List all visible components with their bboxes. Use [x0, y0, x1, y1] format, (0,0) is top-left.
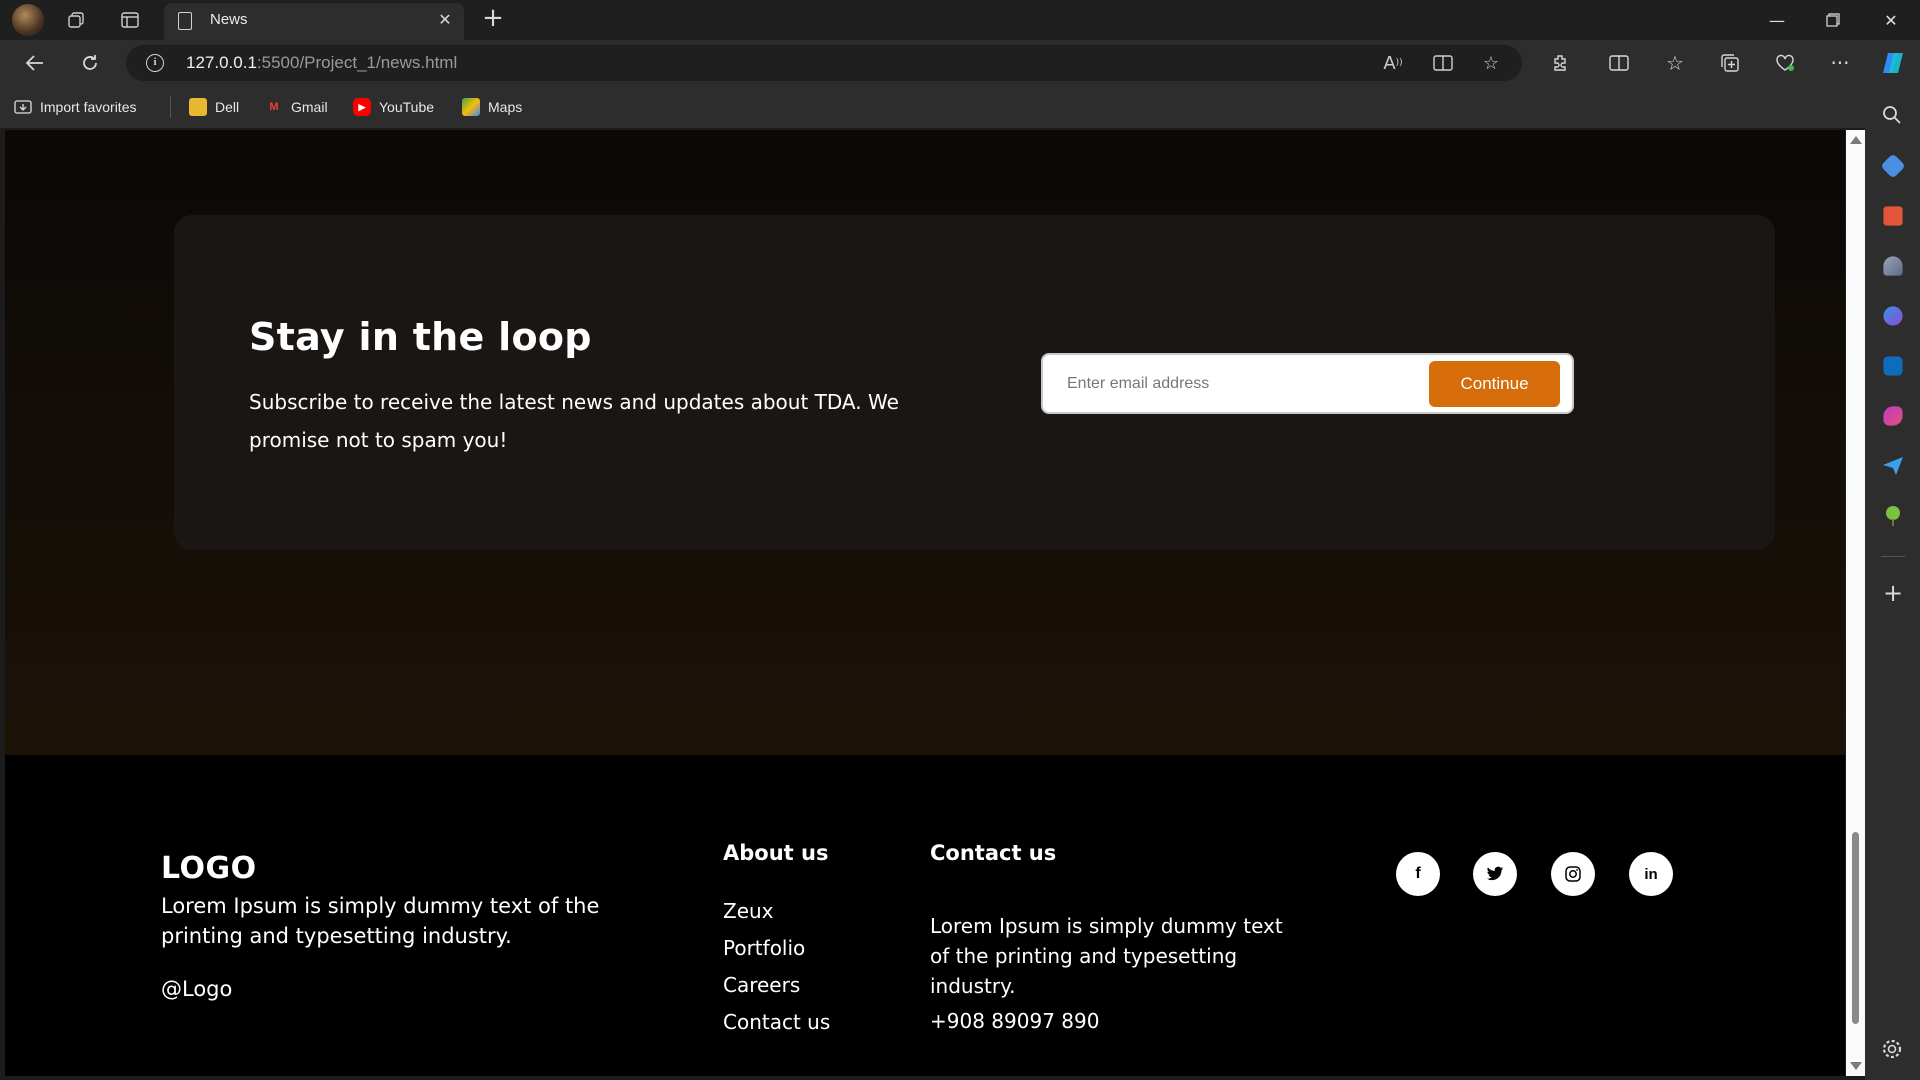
send-icon[interactable]	[1881, 454, 1905, 478]
shopping-tag-icon[interactable]	[1880, 153, 1906, 179]
favorite-youtube-label: YouTube	[379, 99, 435, 115]
minimize-button[interactable]: —	[1750, 0, 1804, 40]
workspaces-icon[interactable]	[62, 6, 90, 34]
tree-icon[interactable]	[1881, 504, 1905, 528]
about-links: Zeux Portfolio Careers Contact us	[723, 893, 830, 1041]
settings-gear-icon[interactable]	[1881, 1038, 1905, 1062]
favorite-gmail[interactable]: M Gmail	[265, 95, 328, 119]
collections-icon[interactable]	[1715, 48, 1745, 78]
favorite-dell-label: Dell	[215, 99, 240, 115]
address-bar[interactable]: i 127.0.0.1:5500/Project_1/news.html A))…	[126, 45, 1522, 81]
linkedin-icon[interactable]: in	[1629, 852, 1673, 896]
sidebar-divider	[1881, 556, 1905, 557]
site-info-icon[interactable]: i	[146, 54, 164, 72]
favorite-gmail-label: Gmail	[291, 99, 328, 115]
search-icon[interactable]	[1881, 104, 1905, 128]
profile-avatar[interactable]	[12, 4, 44, 36]
footer-link-zeux[interactable]: Zeux	[723, 893, 830, 930]
continue-button[interactable]: Continue	[1429, 361, 1560, 407]
gmail-icon: M	[269, 101, 279, 113]
folder-icon	[189, 98, 207, 116]
footer-handle: @Logo	[161, 977, 233, 1001]
restore-button[interactable]	[1806, 0, 1860, 40]
page-scrollbar[interactable]	[1846, 130, 1865, 1076]
read-aloud-icon[interactable]: A))	[1378, 48, 1408, 78]
tab-title: News	[210, 11, 248, 28]
favorites-icon[interactable]: ☆	[1660, 48, 1690, 78]
contact-us-heading: Contact us	[930, 841, 1057, 865]
footer-link-portfolio[interactable]: Portfolio	[723, 930, 830, 967]
new-tab-button[interactable]: +	[478, 4, 508, 34]
browser-toolbar: i 127.0.0.1:5500/Project_1/news.html A))…	[0, 40, 1920, 86]
maps-icon	[462, 98, 480, 116]
scroll-down-arrow[interactable]	[1850, 1062, 1862, 1070]
site-footer: LOGO Lorem Ipsum is simply dummy text of…	[5, 755, 1845, 1076]
scrollbar-thumb[interactable]	[1852, 832, 1859, 1024]
newsletter-description: Subscribe to receive the latest news and…	[249, 390, 899, 452]
designer-icon[interactable]	[1883, 406, 1903, 426]
favorite-maps-label: Maps	[488, 99, 523, 115]
browser-titlebar: News ✕ + — ✕	[0, 0, 1920, 40]
favorites-bar: Import favorites Dell M Gmail ▶ YouTube …	[0, 86, 1920, 128]
tools-icon[interactable]	[1883, 206, 1903, 226]
email-input[interactable]	[1057, 365, 1417, 403]
twitter-icon[interactable]	[1473, 852, 1517, 896]
newsletter-heading: Stay in the loop	[249, 315, 592, 359]
add-icon[interactable]: +	[1881, 581, 1905, 606]
footer-description: Lorem Ipsum is simply dummy text of the …	[161, 894, 600, 948]
favorite-youtube[interactable]: ▶ YouTube	[353, 95, 434, 119]
outlook-icon[interactable]	[1883, 356, 1903, 376]
refresh-icon[interactable]	[75, 48, 105, 78]
about-us-heading: About us	[723, 841, 829, 865]
scroll-up-arrow[interactable]	[1850, 136, 1862, 144]
copilot-sidebar-icon[interactable]	[1883, 306, 1903, 326]
url-text[interactable]: 127.0.0.1:5500/Project_1/news.html	[186, 53, 457, 73]
page-icon	[178, 12, 192, 30]
import-favorites[interactable]: Import favorites	[14, 95, 136, 119]
close-tab-icon[interactable]: ✕	[434, 9, 456, 31]
instagram-icon[interactable]	[1551, 852, 1595, 896]
close-window-button[interactable]: ✕	[1864, 0, 1918, 40]
edge-sidebar: +	[1865, 86, 1920, 1080]
contact-phone[interactable]: +908 89097 890	[930, 1009, 1099, 1033]
back-icon[interactable]	[20, 48, 50, 78]
import-favorites-label: Import favorites	[40, 99, 137, 115]
favorite-dell[interactable]: Dell	[189, 95, 239, 119]
newsletter-form: Continue	[1041, 353, 1574, 414]
split-screen-icon[interactable]	[1604, 48, 1634, 78]
facebook-icon[interactable]: f	[1396, 852, 1440, 896]
copilot-icon[interactable]	[1878, 48, 1908, 78]
favorite-star-icon[interactable]: ☆	[1476, 48, 1506, 78]
vertical-tabs-icon[interactable]	[116, 6, 144, 34]
tab-news[interactable]: News ✕	[164, 3, 464, 40]
favorites-divider	[170, 96, 171, 118]
browser-essentials-icon[interactable]	[1770, 48, 1800, 78]
youtube-icon: ▶	[353, 98, 371, 116]
footer-logo[interactable]: LOGO	[161, 851, 257, 886]
footer-link-contact-us[interactable]: Contact us	[723, 1004, 830, 1041]
favorite-maps[interactable]: Maps	[462, 95, 522, 119]
page-viewport: Stay in the loop Subscribe to receive th…	[5, 130, 1845, 1076]
games-icon[interactable]	[1883, 256, 1903, 276]
more-options-icon[interactable]: ···	[1825, 48, 1855, 78]
newsletter-card: Stay in the loop Subscribe to receive th…	[174, 215, 1775, 550]
immersive-reader-icon[interactable]	[1428, 48, 1458, 78]
newsletter-section: Stay in the loop Subscribe to receive th…	[5, 130, 1845, 755]
extensions-icon[interactable]	[1545, 48, 1575, 78]
import-icon	[14, 98, 32, 116]
footer-link-careers[interactable]: Careers	[723, 967, 830, 1004]
contact-description: Lorem Ipsum is simply dummy text of the …	[930, 914, 1283, 998]
